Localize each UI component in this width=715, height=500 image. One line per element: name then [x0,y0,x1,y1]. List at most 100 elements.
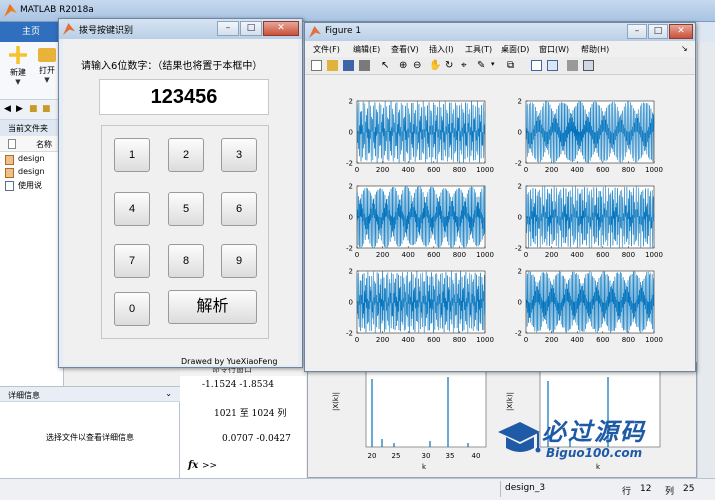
y-tick-label: -2 [515,245,522,253]
open-button[interactable]: 打开 ▼ [33,46,61,96]
chevron-down-icon[interactable]: ⌄ [165,389,172,398]
new-button[interactable]: 新建 ▼ [4,46,32,96]
link-icon[interactable]: ⧉ [507,60,518,71]
command-output-line: 1021 至 1024 列 [214,409,287,419]
menu-view[interactable]: 查看(V) [391,44,419,55]
data-cursor-icon[interactable]: ⌖ [461,60,472,71]
menu-help[interactable]: 帮助(H) [581,44,609,55]
command-output-line: 0.0707 -0.0427 [222,434,291,444]
dialog-title-bar[interactable]: 拨号按键识别 – □ ✕ [59,19,302,39]
zoom-out-icon[interactable]: ⊖ [413,60,424,71]
x-tick-label: 0 [355,251,359,259]
minimize-button[interactable]: – [627,24,647,39]
function-browser-icon[interactable]: fx [188,460,198,471]
analyze-button[interactable]: 解析 [168,290,257,324]
key-8-button[interactable]: 8 [168,244,204,278]
x-tick-label: 200 [545,166,558,174]
y-tick-label: -2 [515,330,522,338]
matlab-logo-icon [309,26,321,38]
pointer-icon[interactable]: ↖ [381,60,392,71]
x-tick-label: 600 [596,166,609,174]
command-output-line: -1.1524 -1.8534 [202,380,274,390]
x-tick-label: 0 [355,166,359,174]
key-2-button[interactable]: 2 [168,138,204,172]
x-axis-label: k [422,463,427,471]
figure-title: Figure 1 [325,26,362,36]
print-icon[interactable] [359,60,370,71]
show-tools-icon[interactable] [583,60,594,71]
rotate-icon[interactable]: ↻ [445,60,456,71]
x-tick-label: 200 [545,336,558,344]
x-tick-label: 400 [402,251,415,259]
x-tick-label: 1000 [476,251,494,259]
zoom-in-icon[interactable]: ⊕ [399,60,410,71]
figure-menu-bar: 文件(F) 编辑(E) 查看(V) 插入(I) 工具(T) 桌面(D) 窗口(W… [305,41,695,57]
status-bar: design_3 行 12 列 25 [0,478,715,500]
list-item[interactable]: 使用说 [5,180,42,191]
key-0-button[interactable]: 0 [114,292,150,326]
forward-arrow-icon[interactable]: ▶ [16,104,23,114]
figure-title-bar[interactable]: Figure 1 – □ ✕ [305,23,695,41]
maximize-button[interactable]: □ [648,24,668,39]
status-col-value: 25 [683,484,695,494]
tab-home[interactable]: 主页 [0,22,62,42]
key-5-button[interactable]: 5 [168,192,204,226]
x-tick-label: 800 [622,251,635,259]
menu-tools[interactable]: 工具(T) [465,44,492,55]
key-9-button[interactable]: 9 [221,244,257,278]
close-button[interactable]: ✕ [263,21,299,36]
key-7-button[interactable]: 7 [114,244,150,278]
back-arrow-icon[interactable]: ◀ [4,104,11,114]
key-6-button[interactable]: 6 [221,192,257,226]
menu-edit[interactable]: 编辑(E) [353,44,380,55]
hide-tools-icon[interactable] [567,60,578,71]
close-button[interactable]: ✕ [669,24,693,39]
x-tick-label: 1000 [476,166,494,174]
new-figure-icon[interactable] [311,60,322,71]
y-tick-label: -2 [346,330,353,338]
list-item[interactable]: design [5,154,45,165]
menu-dock-arrow-icon[interactable]: ↘ [681,44,688,53]
x-tick-label: 800 [453,336,466,344]
pan-icon[interactable]: ✋ [429,60,441,71]
figure-toolbar: ↖ ⊕ ⊖ ✋ ↻ ⌖ ✎ ▾ ⧉ [305,57,695,75]
open-file-icon[interactable] [327,60,338,71]
x-tick-label: 800 [453,251,466,259]
minimize-button[interactable]: – [217,21,239,36]
y-tick-label: 0 [518,299,522,307]
m-file-icon [5,168,14,178]
x-tick-label: 1000 [645,166,663,174]
y-tick-label: 2 [518,268,522,276]
tick-label: 40 [472,452,481,460]
key-1-button[interactable]: 1 [114,138,150,172]
command-window[interactable]: 命令行窗口 -1.1524 -1.8534 1021 至 1024 列 0.07… [180,364,306,478]
key-4-button[interactable]: 4 [114,192,150,226]
subplot: -2020 200 400 600 800 1000 [515,183,663,260]
key-3-button[interactable]: 3 [221,138,257,172]
chevron-down-icon[interactable]: ▾ [491,60,502,71]
name-column-header[interactable]: 名称 [36,139,52,150]
x-tick-label: 400 [571,336,584,344]
number-display-field[interactable]: 123456 [99,79,269,115]
menu-window[interactable]: 窗口(W) [539,44,569,55]
folder-up-icon[interactable]: ■ [42,104,51,114]
y-tick-label: 0 [349,129,353,137]
brush-icon[interactable]: ✎ [477,60,488,71]
folder-open-icon [38,48,56,62]
menu-insert[interactable]: 插入(I) [429,44,454,55]
menu-file[interactable]: 文件(F) [313,44,340,55]
save-icon[interactable] [343,60,354,71]
menu-desktop[interactable]: 桌面(D) [501,44,529,55]
details-header[interactable]: 详细信息 ⌄ [0,386,180,402]
y-tick-label: 0 [518,214,522,222]
details-panel: 选择文件以查看详细信息 [0,402,180,478]
colorbar-icon[interactable] [531,60,542,71]
folder-icon[interactable]: ■ [29,104,38,114]
legend-icon[interactable] [547,60,558,71]
list-item[interactable]: design [5,167,45,178]
maximize-button[interactable]: □ [240,21,262,36]
x-tick-label: 600 [596,251,609,259]
file-list-header[interactable]: 名称 [0,136,64,152]
command-prompt[interactable]: >> [202,461,217,471]
y-tick-label: 0 [349,299,353,307]
